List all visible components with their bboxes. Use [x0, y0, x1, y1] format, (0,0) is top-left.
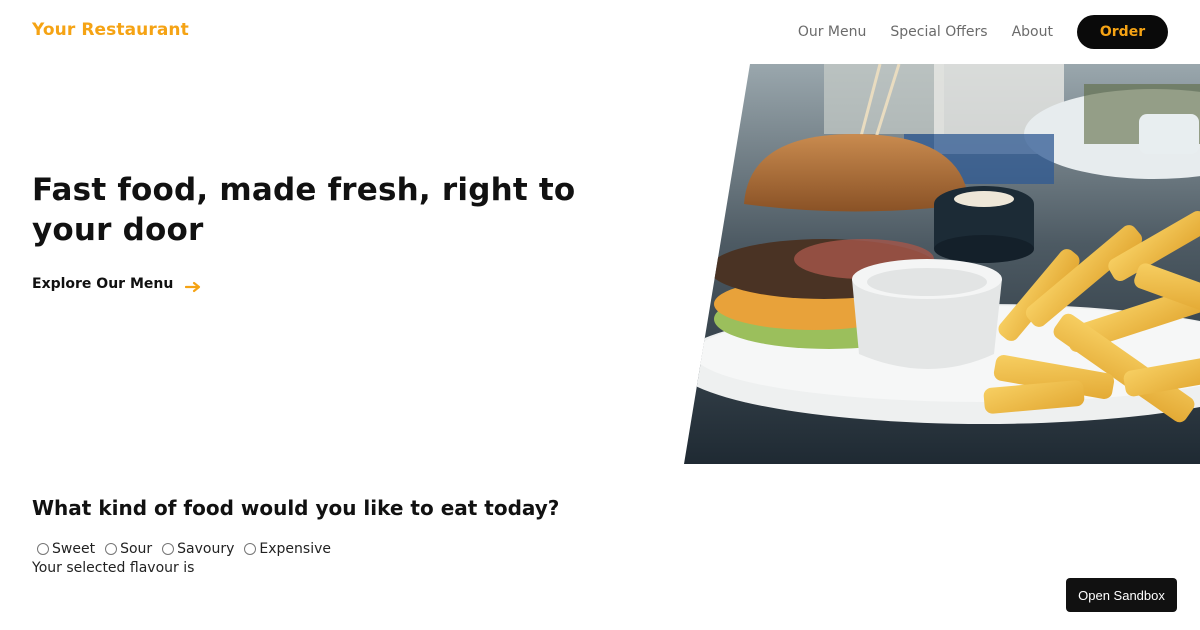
option-savoury-label: Savoury — [177, 541, 235, 557]
nav-our-menu[interactable]: Our Menu — [798, 24, 867, 40]
survey-question: What kind of food would you like to eat … — [32, 496, 560, 520]
nav-about[interactable]: About — [1012, 24, 1053, 40]
option-expensive-label: Expensive — [259, 541, 331, 557]
option-savoury[interactable]: Savoury — [157, 541, 234, 557]
radio-sweet[interactable] — [37, 543, 49, 555]
open-sandbox-button[interactable]: Open Sandbox — [1066, 578, 1177, 612]
selected-flavour-text: Your selected flavour is — [32, 560, 195, 576]
order-button[interactable]: Order — [1077, 15, 1168, 49]
radio-sour[interactable] — [105, 543, 118, 555]
option-sweet[interactable]: Sweet — [32, 541, 95, 557]
option-expensive[interactable]: Expensive — [239, 541, 331, 557]
radio-savoury[interactable] — [162, 543, 175, 555]
burger-and-fries-photo — [684, 64, 1200, 464]
nav-special-offers[interactable]: Special Offers — [890, 24, 987, 40]
explore-menu-link[interactable]: Explore Our Menu — [32, 276, 201, 293]
option-sour-label: Sour — [120, 541, 153, 557]
option-sweet-label: Sweet — [52, 541, 96, 557]
option-sour[interactable]: Sour — [100, 541, 152, 557]
explore-menu-label: Explore Our Menu — [32, 276, 174, 292]
flavour-options: Sweet Sour Savoury Expensive — [32, 541, 336, 557]
hero-title: Fast food, made fresh, right to your doo… — [32, 172, 576, 248]
brand-logo[interactable]: Your Restaurant — [32, 20, 189, 40]
main-nav: Our Menu Special Offers About Order — [798, 15, 1168, 49]
arrow-right-icon — [185, 278, 201, 293]
radio-expensive[interactable] — [244, 543, 257, 555]
